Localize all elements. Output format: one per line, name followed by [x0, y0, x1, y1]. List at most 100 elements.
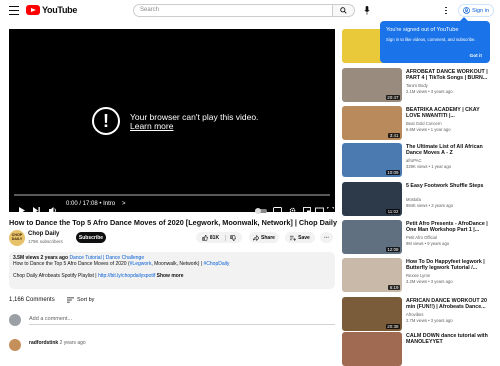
sort-comments-button[interactable]: Sort by: [67, 297, 94, 303]
description-line1-text: How to Dance the Top 5 Afro Dance Moves …: [13, 261, 130, 268]
related-video-title[interactable]: Petit Afro Presents - AfroDance | One Ma…: [406, 221, 494, 234]
related-video-meta: 2.1M views • 3 years ago: [406, 89, 453, 94]
autoplay-toggle[interactable]: [255, 201, 267, 219]
related-video-channel[interactable]: Afrovibes: [406, 312, 423, 318]
video-title: How to Dance the Top 5 Afro Dance Moves …: [9, 218, 338, 227]
user-avatar: [9, 314, 21, 326]
share-button[interactable]: Share: [249, 232, 279, 243]
hashtag-legwork[interactable]: #Legwork: [130, 261, 152, 267]
related-video-title[interactable]: The Ultimate List of All African Dance M…: [406, 144, 494, 157]
related-video-channel[interactable]: Rexxie Lyron: [406, 273, 430, 279]
related-video-title[interactable]: AFROBEAT DANCE WORKOUT | PART 4 | TikTok…: [406, 69, 494, 82]
related-video-meta: 9M views • 9 years ago: [406, 241, 450, 246]
play-icon[interactable]: [19, 201, 25, 219]
commenter-name[interactable]: radfordstink: [29, 340, 58, 346]
show-more-button[interactable]: Show more: [157, 273, 184, 279]
volume-icon[interactable]: [49, 201, 57, 219]
subscriber-count: 179K subscribers: [28, 239, 63, 244]
related-video-thumbnail[interactable]: [342, 332, 402, 366]
chapter-arrow-icon[interactable]: >: [122, 201, 126, 207]
video-duration: 12:08: [385, 247, 400, 252]
channel-avatar-text: CHOP DAILY: [11, 233, 23, 241]
search-input[interactable]: Search: [133, 4, 333, 17]
more-horizontal-icon: ⋯: [324, 234, 329, 241]
channel-name[interactable]: Chop Daily: [28, 231, 59, 237]
popup-subtitle: Sign in to like videos, comment, and sub…: [386, 37, 476, 42]
related-video-thumbnail[interactable]: 3:41: [342, 106, 402, 140]
related-video-thumbnail[interactable]: 10:09: [342, 143, 402, 177]
related-video-meta: 3.2M views • 3 years ago: [406, 279, 453, 284]
like-button[interactable]: 81K: [202, 234, 219, 241]
related-video-thumbnail[interactable]: 20:47: [342, 68, 402, 102]
next-icon[interactable]: [33, 201, 40, 219]
menu-icon[interactable]: [9, 6, 19, 16]
related-video-channel[interactable]: Tara's Body: [406, 83, 428, 89]
fullscreen-icon[interactable]: [326, 201, 335, 219]
comment-count: 1,166 Comments: [9, 297, 55, 303]
microphone-icon[interactable]: [362, 5, 371, 16]
logo-text: YouTube: [42, 5, 78, 15]
related-video-meta: 884K views • 3 years ago: [406, 203, 454, 208]
sort-icon: [67, 297, 74, 303]
save-label: Save: [298, 234, 310, 241]
add-to-playlist-icon: [290, 235, 297, 241]
popup-title: You're signed out of YouTube: [386, 27, 459, 33]
subscribe-button[interactable]: Subscribe: [76, 232, 106, 243]
save-button[interactable]: Save: [285, 232, 315, 243]
sign-in-button[interactable]: Sign in: [458, 4, 494, 17]
warning-icon: !: [92, 107, 120, 135]
related-video-meta: 6.6M views • 1 year ago: [406, 127, 451, 132]
related-video-channel[interactable]: Beat Gold Concern: [406, 121, 442, 127]
comment-header: radfordstink 2 years ago: [29, 340, 86, 346]
view-stats: 3.5M views 2 years ago: [13, 255, 69, 261]
thumbs-down-icon: [230, 234, 236, 241]
account-icon: [463, 7, 470, 14]
channel-avatar[interactable]: CHOP DAILY: [9, 230, 25, 246]
related-video-title[interactable]: BEATRIKA ACADEMY | CKAY LOVE NWANTITI |.…: [406, 107, 494, 120]
progress-bar[interactable]: [14, 194, 330, 196]
hashtag-chopdaily[interactable]: #ChopDaily: [203, 261, 229, 267]
add-comment-input[interactable]: Add a comment...: [29, 316, 335, 325]
youtube-logo[interactable]: YouTube: [26, 5, 77, 15]
video-duration: 3:41: [388, 133, 400, 138]
dislike-button[interactable]: [225, 234, 236, 241]
search-icon: [340, 7, 347, 14]
search-button[interactable]: [333, 4, 355, 17]
more-actions-button[interactable]: ⋯: [320, 232, 333, 243]
sign-in-label: Sign in: [472, 7, 489, 14]
sort-label: Sort by: [77, 297, 95, 303]
share-icon: [253, 234, 260, 241]
related-video-thumbnail[interactable]: 12:08: [342, 220, 402, 254]
related-video-channel[interactable]: Petit Afro Official: [406, 235, 437, 241]
captions-icon[interactable]: [273, 201, 282, 219]
spotify-link[interactable]: http://bit.ly/chopdailyspotif: [98, 273, 155, 279]
related-video-meta: 329K views • 1 year ago: [406, 164, 451, 169]
theater-mode-icon[interactable]: [315, 201, 324, 219]
related-video-title[interactable]: CALM DOWN dance tutorial with MANOLEYYET: [406, 333, 494, 346]
settings-icon[interactable]: [289, 201, 296, 219]
related-video-title[interactable]: 5 Easy Footwork Shuffle Steps: [406, 183, 494, 196]
video-duration: 6:19: [388, 285, 400, 290]
description-line1-mid: , Moonwalk, Network) |: [151, 261, 204, 268]
video-duration: 11:02: [386, 209, 400, 214]
description-tag[interactable]: Dance Tutorial | Dance Challenge: [69, 255, 144, 261]
description-box[interactable]: 3.5M views 2 years ago Dance Tutorial | …: [9, 252, 335, 289]
learn-more-link[interactable]: Learn more: [130, 121, 173, 131]
related-video-thumbnail[interactable]: 20:38: [342, 297, 402, 331]
related-video-title[interactable]: How To Do Happyfeet legwork | Butterfly …: [406, 259, 494, 272]
related-video-title[interactable]: AFRICAN DANCE WORKOUT 20 min (FUN!!) | A…: [406, 298, 494, 311]
time-display: 0:00 / 17:08 • Intro: [66, 201, 116, 207]
more-options-icon[interactable]: [443, 5, 449, 16]
related-video-thumbnail[interactable]: 6:19: [342, 258, 402, 292]
related-video-channel[interactable]: Mostafa: [406, 197, 421, 203]
related-video-channel[interactable]: afroPAC: [406, 158, 422, 164]
got-it-button[interactable]: Got it: [469, 54, 482, 59]
video-duration: 10:09: [385, 170, 400, 175]
signed-out-popup: You're signed out of YouTube Sign in to …: [380, 17, 490, 63]
video-duration: 20:38: [385, 324, 400, 329]
top-bar: YouTube Search Sign in: [0, 0, 500, 22]
share-label: Share: [261, 234, 275, 241]
miniplayer-icon[interactable]: [303, 201, 311, 219]
related-video-thumbnail[interactable]: 11:02: [342, 182, 402, 216]
commenter-avatar[interactable]: [9, 339, 21, 351]
